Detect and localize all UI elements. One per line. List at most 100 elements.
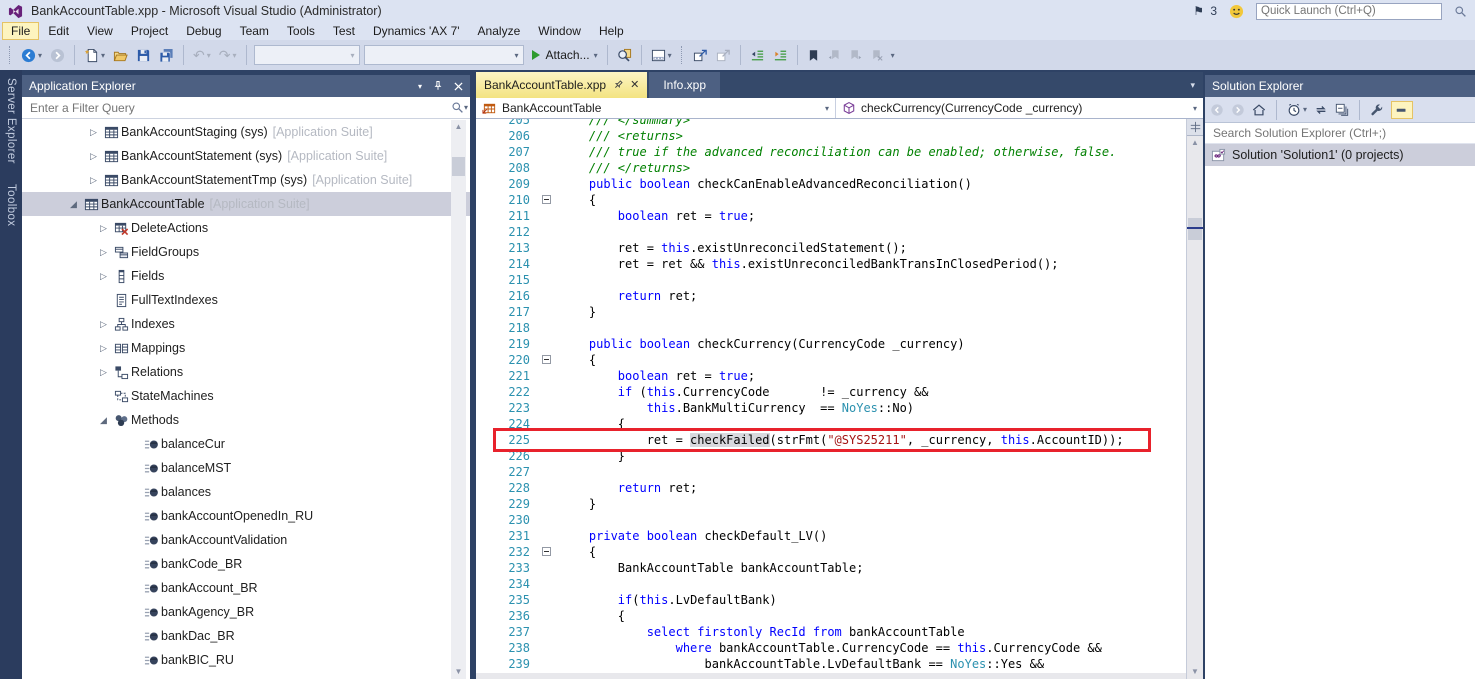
toggle-bookmark-button[interactable]	[805, 47, 822, 64]
line-number[interactable]: 208	[476, 160, 539, 176]
menu-item-dynamics-ax-7-[interactable]: Dynamics 'AX 7'	[364, 22, 469, 40]
tree-item-balancemst[interactable]: balanceMST	[22, 456, 470, 480]
previous-bookmark-button[interactable]	[826, 47, 843, 64]
application-explorer-header[interactable]: Application Explorer ▾	[22, 75, 470, 97]
expander-icon[interactable]: ▷	[96, 271, 111, 282]
toolbar-overflow-button[interactable]: ▾	[889, 49, 897, 62]
line-number[interactable]: 221	[476, 368, 539, 384]
tree-item-bankbic_ru[interactable]: bankBIC_RU	[22, 648, 470, 672]
collapse-region-icon[interactable]	[542, 547, 551, 556]
collapse-region-icon[interactable]	[542, 195, 551, 204]
line-number[interactable]: 212	[476, 224, 539, 240]
pin-icon[interactable]	[432, 80, 444, 92]
increase-indent-button[interactable]	[771, 46, 790, 65]
line-number[interactable]: 224	[476, 416, 539, 432]
attach-button[interactable]: Attach... ▾	[528, 46, 600, 64]
tab-pin-icon[interactable]	[610, 77, 627, 94]
solution-node[interactable]: Solution 'Solution1' (0 projects)	[1205, 144, 1475, 166]
pending-changes-filter-button[interactable]: ▾	[1287, 103, 1307, 117]
new-file-button[interactable]: ▾	[82, 46, 107, 65]
tab-bankaccounttable-xpp[interactable]: BankAccountTable.xpp ✕	[476, 72, 647, 98]
tree-item-fulltextindexes[interactable]: FullTextIndexes	[22, 288, 470, 312]
line-number[interactable]: 216	[476, 288, 539, 304]
window-position-icon[interactable]: ▾	[418, 82, 422, 91]
navigate-backward-button[interactable]: ▾	[19, 46, 44, 65]
dock-tab-toolbox[interactable]: Toolbox	[5, 184, 17, 226]
filter-search-icon[interactable]	[451, 101, 464, 114]
line-number[interactable]: 205	[476, 119, 539, 128]
expander-icon[interactable]: ▷	[86, 151, 101, 162]
line-number[interactable]: 228	[476, 480, 539, 496]
quick-launch-input[interactable]	[1256, 3, 1442, 20]
line-number[interactable]: 222	[476, 384, 539, 400]
line-number[interactable]: 219	[476, 336, 539, 352]
solution-configurations-dropdown[interactable]: ▾	[254, 45, 360, 65]
menu-item-view[interactable]: View	[78, 22, 122, 40]
tree-item-balancecur[interactable]: balanceCur	[22, 432, 470, 456]
tree-item-mappings[interactable]: ▷Mappings	[22, 336, 470, 360]
solution-explorer-header[interactable]: Solution Explorer	[1205, 75, 1475, 97]
editor-vertical-scrollbar[interactable]: ▲ ▼	[1186, 119, 1203, 679]
feedback-smiley-icon[interactable]	[1229, 4, 1244, 19]
tree-item-bankcode_br[interactable]: bankCode_BR	[22, 552, 470, 576]
filter-dropdown-icon[interactable]: ▾	[464, 103, 468, 112]
tree-item-statemachines[interactable]: StateMachines	[22, 384, 470, 408]
redo-button[interactable]: ↷▾	[217, 45, 239, 66]
tree-item-bankaccountstatement[interactable]: ▷BankAccountStatement (sys)[Application …	[22, 144, 470, 168]
line-number[interactable]: 234	[476, 576, 539, 592]
filter-query-box[interactable]: ▾	[22, 97, 470, 119]
line-number[interactable]: 214	[476, 256, 539, 272]
line-number[interactable]: 239	[476, 656, 539, 672]
menu-item-window[interactable]: Window	[529, 22, 590, 40]
type-dropdown-caret[interactable]: ▾	[825, 104, 829, 113]
menu-item-edit[interactable]: Edit	[39, 22, 78, 40]
line-number[interactable]: 237	[476, 624, 539, 640]
find-in-files-button[interactable]	[615, 46, 634, 65]
expander-icon[interactable]: ▷	[96, 367, 111, 378]
expander-icon[interactable]: ▷	[96, 223, 111, 234]
tree-item-bankaccountopenedin_ru[interactable]: bankAccountOpenedIn_RU	[22, 504, 470, 528]
expander-icon[interactable]: ▷	[86, 175, 101, 186]
scrollbar-down-icon[interactable]: ▼	[451, 665, 466, 679]
home-icon[interactable]	[1252, 103, 1266, 117]
tree-item-balances[interactable]: balances	[22, 480, 470, 504]
tree-item-bankdac_br[interactable]: bankDac_BR	[22, 624, 470, 648]
solution-search-input[interactable]	[1211, 125, 1469, 141]
undo-button[interactable]: ↶▾	[191, 45, 213, 66]
tree-item-fieldgroups[interactable]: ▷FieldGroups	[22, 240, 470, 264]
expander-icon[interactable]: ▷	[96, 319, 111, 330]
save-button[interactable]	[134, 46, 153, 65]
save-all-button[interactable]	[157, 46, 176, 65]
tree-item-bankaccount_br[interactable]: bankAccount_BR	[22, 576, 470, 600]
choose-layout-button[interactable]: ▾	[649, 46, 674, 65]
line-number[interactable]: 209	[476, 176, 539, 192]
tree-item-bankagency_br[interactable]: bankAgency_BR	[22, 600, 470, 624]
member-dropdown[interactable]: checkCurrency(CurrencyCode _currency) ▾	[836, 98, 1203, 118]
line-number[interactable]: 207	[476, 144, 539, 160]
dock-tab-server-explorer[interactable]: Server Explorer	[5, 78, 17, 164]
comment-out-button[interactable]	[691, 46, 710, 65]
sync-icon[interactable]	[1314, 103, 1328, 117]
tree-item-fields[interactable]: ▷Fields	[22, 264, 470, 288]
line-number[interactable]: 206	[476, 128, 539, 144]
close-icon[interactable]	[454, 82, 463, 91]
properties-wrench-icon[interactable]	[1370, 103, 1384, 117]
type-dropdown[interactable]: BankAccountTable ▾	[476, 98, 836, 118]
expander-icon[interactable]: ▷	[96, 247, 111, 258]
line-number[interactable]: 233	[476, 560, 539, 576]
scrollbar-up-icon[interactable]: ▲	[451, 120, 466, 134]
menu-item-analyze[interactable]: Analyze	[469, 22, 530, 40]
line-number[interactable]: 215	[476, 272, 539, 288]
tree-item-deleteactions[interactable]: ▷DeleteActions	[22, 216, 470, 240]
open-file-button[interactable]	[111, 46, 130, 65]
navigate-forward-button[interactable]	[48, 46, 67, 65]
member-dropdown-caret[interactable]: ▾	[1193, 104, 1197, 113]
line-number[interactable]: 223	[476, 400, 539, 416]
collapse-all-icon[interactable]	[1335, 103, 1349, 117]
application-explorer-scrollbar[interactable]: ▲ ▼	[451, 120, 466, 679]
line-number[interactable]: 220	[476, 352, 539, 368]
editor-scrollbar-up-icon[interactable]: ▲	[1187, 136, 1203, 150]
menu-item-tools[interactable]: Tools	[278, 22, 324, 40]
menu-item-file[interactable]: File	[2, 22, 39, 40]
code-editor[interactable]: 205 /// </summary>206 /// <returns>207 /…	[476, 119, 1186, 673]
